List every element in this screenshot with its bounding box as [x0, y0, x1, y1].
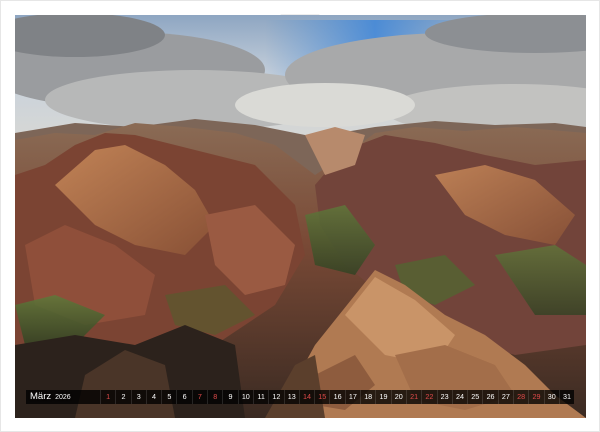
month-label: März [30, 391, 52, 402]
day-list: 1 2 3 4 5 6 7 8 9 10 11 12 13 14 15 16 17 18 19 20 21 22 23 24 2… [100, 390, 574, 404]
calendar-day: 27 [497, 390, 513, 404]
calendar-strip: März 2026 1 2 3 4 5 6 7 8 9 10 11 12 13 14 15 16 17 18 19 2… [26, 390, 574, 404]
calendar-day: 18 [360, 390, 375, 404]
calendar-day: 8 [207, 390, 222, 404]
calendar-day: 10 [237, 390, 253, 404]
calendar-day: 14 [298, 390, 314, 404]
calendar-day: 9 [222, 390, 237, 404]
canyon-image [15, 15, 586, 418]
calendar-day: 20 [390, 390, 406, 404]
calendar-day: 25 [467, 390, 482, 404]
calendar-day: 5 [161, 390, 176, 404]
calendar-day: 15 [314, 390, 329, 404]
calendar-day: 24 [451, 390, 467, 404]
calendar-day: 19 [375, 390, 390, 404]
calendar-day: 21 [405, 390, 421, 404]
calendar-day: 6 [176, 390, 191, 404]
calendar-day: 12 [268, 390, 283, 404]
calendar-day: 23 [436, 390, 452, 404]
calendar-day: 28 [513, 390, 528, 404]
calendar-day: 31 [558, 390, 574, 404]
calendar-day: 2 [115, 390, 130, 404]
calendar-day: 17 [344, 390, 360, 404]
calendar-day: 30 [543, 390, 559, 404]
landscape-photo [15, 15, 586, 418]
month-year-label: März 2026 [30, 390, 77, 405]
calendar-day: 29 [528, 390, 543, 404]
calendar-day: 16 [329, 390, 344, 404]
calendar-day: 22 [421, 390, 436, 404]
calendar-day: 11 [252, 390, 268, 404]
year-label: 2026 [55, 394, 71, 401]
calendar-day: 4 [145, 390, 161, 404]
calendar-day: 26 [482, 390, 497, 404]
calendar-day: 3 [130, 390, 146, 404]
calendar-day: 13 [283, 390, 299, 404]
calendar-day: 1 [100, 390, 115, 404]
calendar-day: 7 [191, 390, 207, 404]
calendar-page: März 2026 1 2 3 4 5 6 7 8 9 10 11 12 13 14 15 16 17 18 19 2… [0, 0, 600, 432]
